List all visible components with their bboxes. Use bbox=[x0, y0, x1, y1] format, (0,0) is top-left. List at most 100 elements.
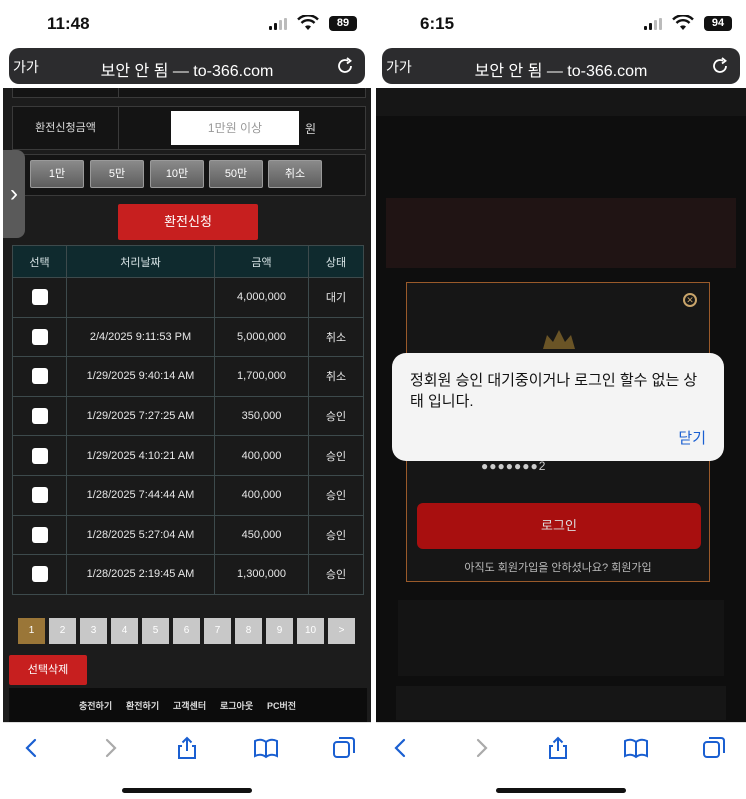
page-6-button[interactable]: 6 bbox=[173, 618, 200, 644]
left-screenshot: 11:48 89 가가 보안 안 됨 — to-366.com › 환전신청금액… bbox=[3, 0, 371, 799]
bookmarks-icon[interactable] bbox=[253, 735, 279, 761]
row-status: 승인 bbox=[308, 474, 364, 516]
battery-level: 89 bbox=[329, 16, 357, 31]
address-bar[interactable]: 가가 보안 안 됨 — to-366.com bbox=[3, 46, 371, 88]
form-row-top-edge bbox=[12, 88, 366, 98]
row-status: 취소 bbox=[308, 316, 364, 358]
chip-10k-button[interactable]: 1만 bbox=[30, 160, 84, 188]
right-screenshot: 6:15 94 가가 보안 안 됨 — to-366.com ✕ ●●●●●●●… bbox=[376, 0, 746, 799]
page-7-button[interactable]: 7 bbox=[204, 618, 231, 644]
row-status: 승인 bbox=[308, 514, 364, 556]
row-checkbox[interactable] bbox=[31, 447, 48, 464]
address-bar[interactable]: 가가 보안 안 됨 — to-366.com bbox=[376, 46, 746, 88]
col-date: 처리날짜 bbox=[66, 245, 215, 278]
exchange-page: › 환전신청금액 1만원 이상 원 1만 5만 10만 50만 취소 환전신청 … bbox=[3, 88, 371, 722]
status-bar: 6:15 94 bbox=[376, 0, 746, 46]
back-icon[interactable] bbox=[19, 735, 45, 761]
row-checkbox[interactable] bbox=[31, 328, 48, 345]
back-icon[interactable] bbox=[388, 735, 414, 761]
row-status: 승인 bbox=[308, 554, 364, 595]
row-amount: 450,000 bbox=[214, 514, 309, 556]
row-status: 취소 bbox=[308, 356, 364, 397]
row-status: 대기 bbox=[308, 277, 364, 318]
exchange-amount-row: 환전신청금액 1만원 이상 원 bbox=[12, 106, 366, 150]
chevron-right-icon: › bbox=[10, 180, 18, 207]
row-date: 1/28/2025 2:19:45 AM bbox=[66, 554, 215, 595]
page-10-button[interactable]: 10 bbox=[297, 618, 324, 644]
page-8-button[interactable]: 8 bbox=[235, 618, 262, 644]
page-5-button[interactable]: 5 bbox=[142, 618, 169, 644]
row-checkbox[interactable] bbox=[31, 408, 48, 425]
row-amount: 4,000,000 bbox=[214, 277, 309, 318]
footer-link-logout[interactable]: 로그아웃 bbox=[220, 699, 253, 712]
exchange-amount-label: 환전신청금액 bbox=[13, 107, 119, 149]
table-row: 1/28/2025 7:44:44 AM 400,000 승인 bbox=[12, 474, 364, 516]
signup-prompt-link[interactable]: 아직도 회원가입을 안하셨나요? 회원가입 bbox=[407, 559, 709, 575]
table-row: 1/29/2025 9:40:14 AM 1,700,000 취소 bbox=[12, 356, 364, 397]
row-date: 1/28/2025 5:27:04 AM bbox=[66, 514, 215, 556]
row-amount: 400,000 bbox=[214, 435, 309, 476]
forward-icon[interactable] bbox=[97, 735, 123, 761]
chip-50k-button[interactable]: 5만 bbox=[90, 160, 144, 188]
row-amount: 1,300,000 bbox=[214, 554, 309, 595]
dimmed-banner bbox=[386, 198, 736, 268]
login-button[interactable]: 로그인 bbox=[417, 503, 701, 549]
tabs-icon[interactable] bbox=[701, 735, 727, 761]
forward-icon[interactable] bbox=[468, 735, 494, 761]
alert-dialog: 정회원 승인 대기중이거나 로그인 할수 없는 상태 입니다. 닫기 bbox=[392, 353, 724, 461]
exchange-history-table: 선택 처리날짜 금액 상태 4,000,000 대기 2/4/2025 9:11:… bbox=[12, 245, 364, 595]
url-text[interactable]: 보안 안 됨 — to-366.com bbox=[382, 57, 740, 81]
page-9-button[interactable]: 9 bbox=[266, 618, 293, 644]
footer-link-deposit[interactable]: 충전하기 bbox=[79, 699, 112, 712]
table-row: 1/28/2025 5:27:04 AM 450,000 승인 bbox=[12, 514, 364, 556]
footer-link-exchange[interactable]: 환전하기 bbox=[126, 699, 159, 712]
col-status: 상태 bbox=[308, 245, 364, 278]
share-icon[interactable] bbox=[174, 735, 200, 761]
table-row: 1/29/2025 7:27:25 AM 350,000 승인 bbox=[12, 395, 364, 437]
footer-link-pc[interactable]: PC버전 bbox=[267, 699, 296, 712]
footer-link-support[interactable]: 고객센터 bbox=[173, 699, 206, 712]
reload-icon[interactable] bbox=[335, 56, 355, 76]
next-page-button[interactable]: > bbox=[328, 618, 355, 644]
page-2-button[interactable]: 2 bbox=[49, 618, 76, 644]
row-checkbox[interactable] bbox=[31, 566, 48, 583]
row-date: 1/29/2025 7:27:25 AM bbox=[66, 395, 215, 437]
col-select: 선택 bbox=[12, 245, 67, 278]
chip-500k-button[interactable]: 50만 bbox=[209, 160, 263, 188]
chip-cancel-button[interactable]: 취소 bbox=[268, 160, 322, 188]
page-1-button[interactable]: 1 bbox=[18, 618, 45, 644]
row-checkbox[interactable] bbox=[31, 526, 48, 543]
delete-selected-button[interactable]: 선택삭제 bbox=[9, 655, 87, 685]
wifi-icon bbox=[672, 15, 694, 30]
row-amount: 350,000 bbox=[214, 395, 309, 437]
table-row: 1/28/2025 2:19:45 AM 1,300,000 승인 bbox=[12, 554, 364, 595]
page-3-button[interactable]: 3 bbox=[80, 618, 107, 644]
row-checkbox[interactable] bbox=[31, 289, 48, 306]
chip-100k-button[interactable]: 10만 bbox=[150, 160, 204, 188]
row-date: 1/29/2025 4:10:21 AM bbox=[66, 435, 215, 476]
row-checkbox[interactable] bbox=[31, 368, 48, 385]
close-icon[interactable]: ✕ bbox=[683, 293, 697, 307]
table-row: 2/4/2025 9:11:53 PM 5,000,000 취소 bbox=[12, 316, 364, 358]
table-row: 1/29/2025 4:10:21 AM 400,000 승인 bbox=[12, 435, 364, 476]
url-pill[interactable]: 가가 보안 안 됨 — to-366.com bbox=[382, 48, 740, 84]
bookmarks-icon[interactable] bbox=[623, 735, 649, 761]
home-indicator bbox=[122, 788, 252, 793]
exchange-amount-input[interactable]: 1만원 이상 bbox=[171, 111, 299, 145]
row-checkbox[interactable] bbox=[31, 487, 48, 504]
share-icon[interactable] bbox=[545, 735, 571, 761]
browser-toolbar bbox=[376, 722, 746, 799]
status-time: 6:15 bbox=[420, 14, 455, 33]
url-text[interactable]: 보안 안 됨 — to-366.com bbox=[9, 57, 365, 81]
side-drawer-toggle[interactable]: › bbox=[3, 150, 25, 238]
page-4-button[interactable]: 4 bbox=[111, 618, 138, 644]
reload-icon[interactable] bbox=[710, 56, 730, 76]
password-field[interactable]: ●●●●●●●2 bbox=[481, 459, 546, 473]
tabs-icon[interactable] bbox=[331, 735, 357, 761]
alert-close-button[interactable]: 닫기 bbox=[678, 427, 706, 448]
exchange-request-button[interactable]: 환전신청 bbox=[118, 204, 258, 240]
footer-nav: 충전하기 환전하기 고객센터 로그아웃 PC버전 bbox=[9, 688, 367, 722]
cellular-signal-icon bbox=[269, 18, 289, 30]
table-header-row: 선택 처리날짜 금액 상태 bbox=[12, 245, 364, 278]
url-pill[interactable]: 가가 보안 안 됨 — to-366.com bbox=[9, 48, 365, 84]
